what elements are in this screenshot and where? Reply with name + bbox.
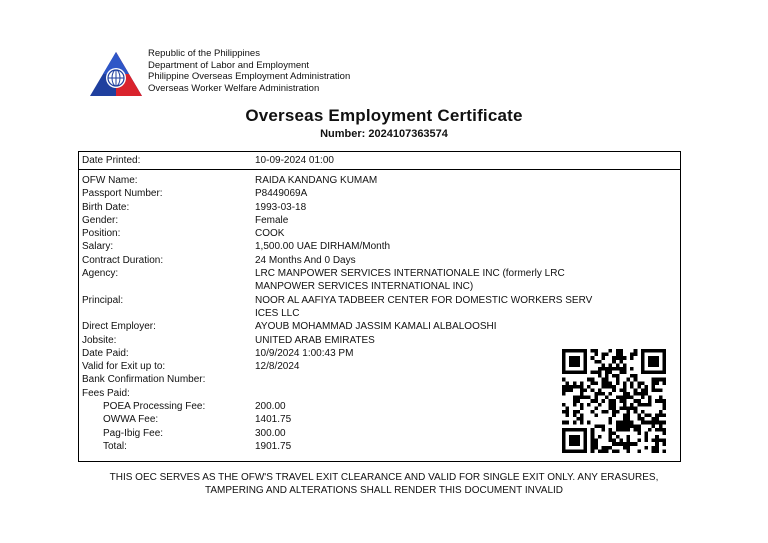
gender-value: Female [255,214,289,226]
field-row: Direct Employer: AYOUB MOHAMMAD JASSIM K… [79,320,680,333]
agency-value-cont: MANPOWER SERVICES INTERNATIONAL INC) [255,281,474,293]
field-row: Contract Duration: 24 Months And 0 Days [79,254,680,267]
owwa-fee-label: OWWA Fee: [103,414,159,426]
fees-paid-label: Fees Paid: [82,387,130,399]
jobsite-label: Jobsite: [82,334,117,346]
field-row: Agency: LRC MANPOWER SERVICES INTERNATION… [79,267,680,280]
date-paid-value: 10/9/2024 1:00:43 PM [255,347,354,359]
ofw-name-value: RAIDA KANDANG KUMAM [255,175,378,186]
valid-exit-label: Valid for Exit up to: [82,361,166,373]
field-row: Jobsite: UNITED ARAB EMIRATES [79,334,680,347]
direct-employer-label: Direct Employer: [82,321,156,333]
dole-logo-icon [90,52,142,96]
pagibig-fee-value: 300.00 [255,427,286,439]
agency-value: LRC MANPOWER SERVICES INTERNATIONALE INC… [255,268,565,280]
position-value: COOK [255,228,285,240]
position-label: Position: [82,228,121,240]
valid-exit-value: 12/8/2024 [255,361,300,373]
total-fee-label: Total: [103,440,127,452]
date-printed-value: 10-09-2024 01:00 [255,155,334,166]
birth-date-value: 1993-03-18 [255,201,307,213]
footer-line-1: THIS OEC SERVES AS THE OFW'S TRAVEL EXIT… [109,472,659,483]
field-row: Principal: NOOR AL AAFIYA TADBEER CENTER … [79,294,680,307]
pagibig-fee-label: Pag-Ibig Fee: [103,427,164,439]
field-row: OFW Name: RAIDA KANDANG KUMAM [79,174,680,187]
ofw-name-label: OFW Name: [82,175,138,186]
jobsite-value: UNITED ARAB EMIRATES [255,334,375,346]
salary-label: Salary: [82,241,114,253]
total-fee-value: 1901.75 [255,440,292,452]
document-title: Overseas Employment Certificate [245,106,523,125]
field-row-continued: ICES LLC [79,307,680,320]
poea-fee-label: POEA Processing Fee: [103,401,206,413]
date-printed-label: Date Printed: [82,155,141,166]
principal-value-cont: ICES LLC [255,307,300,319]
agency-label: Agency: [82,268,119,280]
gender-label: Gender: [82,214,119,226]
poea-fee-value: 200.00 [255,401,286,413]
date-printed-row: Date Printed: 10-09-2024 01:00 [79,152,680,170]
header-line-dole: Department of Labor and Employment [148,59,310,71]
title-block: Overseas Employment Certificate Number: … [0,106,768,140]
passport-label: Passport Number: [82,188,163,200]
contract-duration-value: 24 Months And 0 Days [255,254,356,266]
footer-line-2: TAMPERING AND ALTERATIONS SHALL RENDER T… [204,485,564,496]
owwa-fee-value: 1401.75 [255,414,292,426]
header-line-republic: Republic of the Philippines [148,48,260,59]
field-row: Passport Number: P8449069A [79,187,680,200]
passport-value: P8449069A [255,188,308,200]
field-row: Position: COOK [79,227,680,240]
principal-value: NOOR AL AAFIYA TADBEER CENTER FOR DOMEST… [255,294,593,306]
footer-notice: THIS OEC SERVES AS THE OFW'S TRAVEL EXIT… [0,471,768,497]
certificate-number: Number: 2024107363574 [320,128,448,140]
contract-duration-label: Contract Duration: [82,254,164,266]
salary-value: 1,500.00 UAE DIRHAM/Month [255,241,391,253]
bank-confirmation-label: Bank Confirmation Number: [82,374,206,386]
field-row: Salary: 1,500.00 UAE DIRHAM/Month [79,240,680,253]
principal-label: Principal: [82,294,124,306]
header-line-owwa: Overseas Worker Welfare Administration [148,82,320,94]
field-row-continued: MANPOWER SERVICES INTERNATIONAL INC) [79,280,680,293]
birth-date-label: Birth Date: [82,201,130,213]
qr-code-icon [562,349,666,453]
header-line-poea: Philippine Overseas Employment Administr… [148,71,351,82]
direct-employer-value: AYOUB MOHAMMAD JASSIM KAMALI ALBALOOSHI [255,321,497,333]
field-row: Gender: Female [79,214,680,227]
date-paid-label: Date Paid: [82,347,129,359]
field-row: Birth Date: 1993-03-18 [79,201,680,214]
certificate-details-box: Date Printed: 10-09-2024 01:00 OFW Name:… [78,151,681,463]
